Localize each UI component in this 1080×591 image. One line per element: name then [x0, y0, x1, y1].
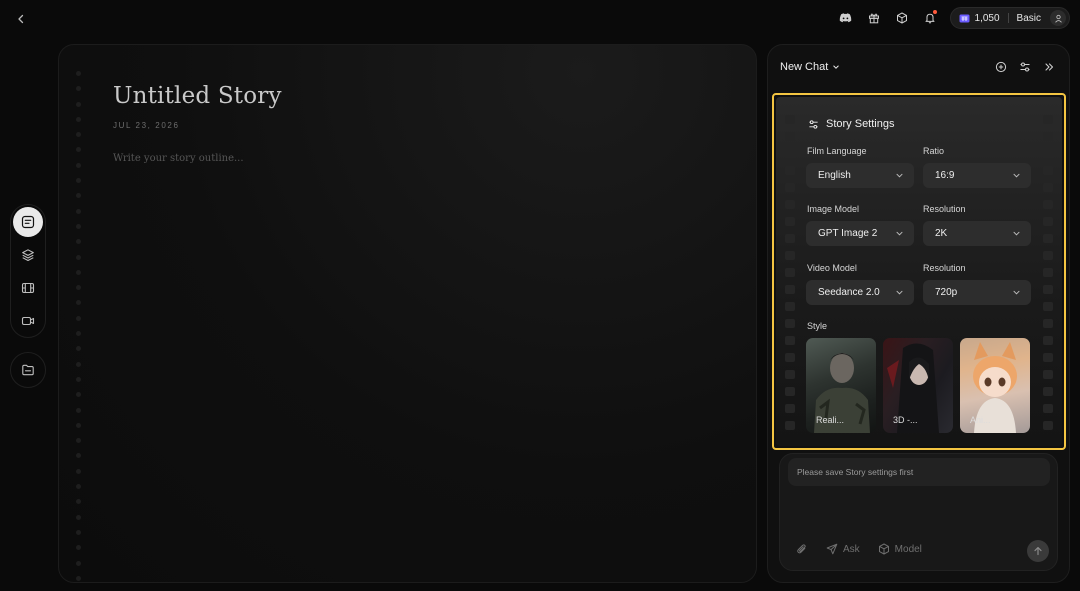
notifications-button[interactable] — [916, 7, 944, 29]
margin-dot — [76, 514, 81, 520]
ask-label: Ask — [843, 543, 860, 555]
chat-title-dropdown[interactable]: New Chat — [780, 61, 840, 73]
margin-dot — [76, 269, 81, 275]
credits-icon — [959, 14, 970, 22]
margin-dot — [76, 254, 81, 260]
notification-dot — [932, 10, 937, 14]
margin-dot — [76, 315, 81, 321]
double-chevron-right-icon — [1045, 63, 1054, 71]
margin-dot — [76, 438, 81, 444]
video-camera-icon — [21, 316, 35, 326]
chat-input-box[interactable]: Please save Story settings first Ask Mod… — [779, 453, 1058, 571]
pill-divider — [1007, 13, 1009, 23]
plus-circle-icon — [995, 61, 1007, 73]
plan-label: Basic — [1016, 12, 1041, 24]
margin-dot — [76, 147, 81, 153]
margin-dot — [76, 101, 81, 107]
rail-folder-button[interactable] — [10, 352, 46, 388]
margin-dot — [76, 331, 81, 337]
gift-icon — [868, 13, 879, 24]
chat-header-actions — [993, 59, 1057, 75]
margin-dot — [76, 560, 81, 566]
margin-dot — [76, 239, 81, 245]
topbar-actions: 1,050 Basic — [832, 7, 1070, 29]
model-button[interactable]: Model — [878, 543, 922, 555]
margin-dot — [76, 376, 81, 382]
margin-dot — [76, 208, 81, 214]
new-chat-button[interactable] — [993, 59, 1009, 75]
margin-dot — [76, 193, 81, 199]
collapse-panel-button[interactable] — [1041, 59, 1057, 75]
folder-icon — [22, 364, 34, 376]
avatar[interactable] — [1050, 10, 1066, 26]
chat-settings-button[interactable] — [1017, 59, 1033, 75]
margin-dot — [76, 575, 81, 581]
paperclip-icon — [797, 544, 806, 554]
discord-icon — [839, 13, 852, 23]
send-button[interactable] — [1027, 540, 1049, 562]
back-button[interactable] — [12, 10, 30, 28]
layers-icon — [22, 249, 34, 262]
margin-dot — [76, 162, 81, 168]
film-icon — [21, 282, 35, 294]
user-icon — [1054, 14, 1062, 23]
margin-dot — [76, 285, 81, 291]
document-icon — [21, 215, 35, 229]
margin-dot — [76, 407, 81, 413]
attach-button[interactable] — [796, 543, 808, 555]
ask-mode-button[interactable]: Ask — [826, 543, 860, 555]
rail-video-button[interactable] — [13, 306, 43, 336]
margin-dot — [76, 300, 81, 306]
margin-dot — [76, 422, 81, 428]
input-toolbar: Ask Model — [796, 543, 922, 555]
cube-icon — [878, 543, 889, 555]
model-label: Model — [894, 543, 922, 555]
cube-button[interactable] — [888, 7, 916, 29]
margin-dot — [76, 453, 81, 459]
margin-dot — [76, 392, 81, 398]
story-editor[interactable]: Untitled Story JUL 23, 2026 Write your s… — [58, 44, 757, 583]
arrow-up-icon — [1034, 547, 1042, 556]
send-icon — [826, 543, 838, 555]
margin-dot — [76, 346, 81, 352]
margin-dot — [76, 361, 81, 367]
discord-button[interactable] — [832, 7, 860, 29]
chevron-left-icon — [18, 14, 24, 24]
margin-dot — [76, 484, 81, 490]
margin-dot — [76, 116, 81, 122]
margin-dots — [76, 71, 81, 581]
settings-notice: Please save Story settings first — [788, 458, 1050, 486]
margin-dot — [76, 86, 81, 92]
highlight-frame — [772, 93, 1066, 450]
rail-story-button[interactable] — [13, 207, 43, 237]
margin-dot — [76, 178, 81, 184]
story-outline-input[interactable]: Write your story outline... — [113, 153, 244, 164]
rail-storyboard-button[interactable] — [13, 273, 43, 303]
left-rail — [10, 204, 46, 338]
credits-count: 1,050 — [974, 12, 1000, 24]
chevron-down-icon — [833, 65, 839, 69]
credits-pill[interactable]: 1,050 Basic — [949, 7, 1070, 29]
margin-dot — [76, 499, 81, 505]
story-date: JUL 23, 2026 — [113, 121, 180, 130]
margin-dot — [76, 223, 81, 229]
rail-layers-button[interactable] — [13, 240, 43, 270]
gift-button[interactable] — [860, 7, 888, 29]
sliders-icon — [1020, 62, 1030, 72]
story-title[interactable]: Untitled Story — [113, 83, 282, 109]
margin-dot — [76, 132, 81, 138]
margin-dot — [76, 71, 81, 76]
margin-dot — [76, 468, 81, 474]
chat-title: New Chat — [780, 61, 829, 73]
cube-icon — [896, 12, 907, 24]
margin-dot — [76, 529, 81, 535]
margin-dot — [76, 545, 81, 551]
